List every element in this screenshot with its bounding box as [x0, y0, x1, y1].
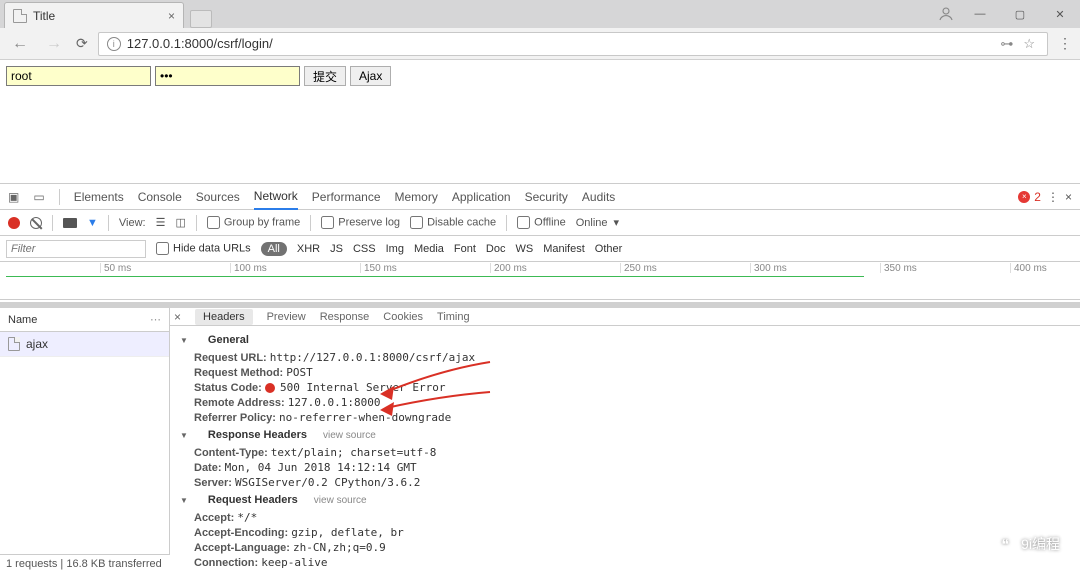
tab-network[interactable]: Network: [254, 184, 298, 210]
devtools-close-icon[interactable]: ×: [1065, 190, 1072, 204]
ajax-button[interactable]: Ajax: [350, 66, 391, 86]
info-icon[interactable]: i: [107, 37, 121, 51]
group-by-frame-checkbox[interactable]: Group by frame: [207, 216, 300, 229]
user-icon[interactable]: [932, 0, 960, 28]
tab-security[interactable]: Security: [525, 190, 568, 204]
request-list: Name⋯ ajax: [0, 308, 170, 574]
filter-ws[interactable]: WS: [515, 243, 533, 255]
error-count-badge[interactable]: ×2: [1018, 190, 1041, 204]
devtools-panel: ▣ ▭ Elements Console Sources Network Per…: [0, 183, 1080, 574]
preserve-log-checkbox[interactable]: Preserve log: [321, 216, 400, 229]
submit-button[interactable]: 提交: [304, 66, 346, 86]
view-label: View:: [119, 217, 146, 229]
filter-manifest[interactable]: Manifest: [543, 243, 585, 255]
status-footer: 1 requests | 16.8 KB transferred: [0, 554, 170, 574]
tab-sources[interactable]: Sources: [196, 190, 240, 204]
timeline-overview[interactable]: 50 ms 100 ms 150 ms 200 ms 250 ms 300 ms…: [0, 262, 1080, 300]
new-tab-button[interactable]: [190, 10, 212, 28]
record-button[interactable]: [8, 217, 20, 229]
reload-button[interactable]: ⟳: [76, 35, 88, 52]
forward-button: →: [42, 35, 66, 53]
page-content: 提交 Ajax: [0, 60, 1080, 92]
request-bar: [6, 276, 864, 277]
bookmark-icon[interactable]: ☆: [1023, 36, 1035, 52]
general-section[interactable]: General: [180, 334, 1070, 346]
browser-tab[interactable]: Title ×: [4, 2, 184, 28]
name-column-header[interactable]: Name⋯: [0, 308, 169, 332]
filter-media[interactable]: Media: [414, 243, 444, 255]
close-icon[interactable]: ×: [168, 9, 175, 23]
page-icon: [13, 9, 27, 23]
tab-response[interactable]: Response: [320, 311, 370, 323]
url-input[interactable]: i 127.0.0.1:8000/csrf/login/ ⊶ ☆: [98, 32, 1048, 56]
filter-all[interactable]: All: [261, 242, 287, 256]
tab-audits[interactable]: Audits: [582, 190, 615, 204]
view-source-link[interactable]: view source: [314, 495, 367, 506]
devtools-tabs: ▣ ▭ Elements Console Sources Network Per…: [0, 184, 1080, 210]
inspect-icon[interactable]: ▣: [8, 190, 19, 204]
referrer-policy-row: Referrer Policy: no-referrer-when-downgr…: [180, 410, 1070, 425]
filter-bar: Hide data URLs All XHR JS CSS Img Media …: [0, 236, 1080, 262]
device-icon[interactable]: ▭: [33, 190, 44, 204]
menu-icon[interactable]: ⋮: [1058, 35, 1072, 52]
request-method-row: Request Method: POST: [180, 365, 1070, 380]
filter-font[interactable]: Font: [454, 243, 476, 255]
username-input[interactable]: [6, 66, 151, 86]
tab-headers[interactable]: Headers: [195, 309, 253, 325]
tab-preview[interactable]: Preview: [267, 311, 306, 323]
filter-css[interactable]: CSS: [353, 243, 376, 255]
maximize-button[interactable]: ▢: [1000, 0, 1040, 28]
large-rows-icon[interactable]: ☰: [156, 216, 166, 229]
filter-icon[interactable]: ▼: [87, 217, 98, 229]
back-button[interactable]: ←: [8, 35, 32, 53]
close-window-button[interactable]: ✕: [1040, 0, 1080, 28]
file-icon: [8, 337, 20, 351]
tab-application[interactable]: Application: [452, 190, 511, 204]
request-row[interactable]: ajax: [0, 332, 169, 357]
network-toolbar: ▼ View: ☰ ◫ Group by frame Preserve log …: [0, 210, 1080, 236]
request-url-row: Request URL: http://127.0.0.1:8000/csrf/…: [180, 350, 1070, 365]
tab-timing[interactable]: Timing: [437, 311, 470, 323]
hide-data-urls-checkbox[interactable]: Hide data URLs: [156, 242, 251, 255]
key-icon[interactable]: ⊶: [1000, 36, 1013, 52]
tab-performance[interactable]: Performance: [312, 190, 381, 204]
request-detail: × Headers Preview Response Cookies Timin…: [170, 308, 1080, 574]
throttling-select[interactable]: Online ▾: [576, 216, 619, 229]
screenshot-icon[interactable]: [63, 218, 77, 228]
detail-tabs: × Headers Preview Response Cookies Timin…: [170, 308, 1080, 326]
tab-console[interactable]: Console: [138, 190, 182, 204]
tab-cookies[interactable]: Cookies: [383, 311, 423, 323]
filter-js[interactable]: JS: [330, 243, 343, 255]
filter-other[interactable]: Other: [595, 243, 623, 255]
request-headers-section[interactable]: Request Headersview source: [180, 494, 1070, 506]
tab-title: Title: [33, 9, 55, 23]
password-input[interactable]: [155, 66, 300, 86]
wechat-icon: ❝: [995, 534, 1015, 554]
offline-checkbox[interactable]: Offline: [517, 216, 566, 229]
address-bar: ← → ⟳ i 127.0.0.1:8000/csrf/login/ ⊶ ☆ ⋮: [0, 28, 1080, 60]
browser-tab-strip: Title × — ▢ ✕: [0, 0, 1080, 28]
remote-address-row: Remote Address: 127.0.0.1:8000: [180, 395, 1070, 410]
filter-doc[interactable]: Doc: [486, 243, 506, 255]
clear-button[interactable]: [30, 217, 42, 229]
response-headers-section[interactable]: Response Headersview source: [180, 429, 1070, 441]
filter-img[interactable]: Img: [386, 243, 404, 255]
filter-xhr[interactable]: XHR: [297, 243, 320, 255]
devtools-menu-icon[interactable]: ⋮: [1047, 190, 1059, 204]
status-code-row: Status Code: 500 Internal Server Error: [180, 380, 1070, 395]
view-source-link[interactable]: view source: [323, 430, 376, 441]
filter-input[interactable]: [6, 240, 146, 258]
watermark: ❝ 9i编程: [995, 534, 1060, 554]
minimize-button[interactable]: —: [960, 0, 1000, 28]
disable-cache-checkbox[interactable]: Disable cache: [410, 216, 496, 229]
url-text: 127.0.0.1:8000/csrf/login/: [127, 36, 273, 51]
close-detail-icon[interactable]: ×: [174, 310, 181, 324]
tab-memory[interactable]: Memory: [395, 190, 438, 204]
overview-icon[interactable]: ◫: [175, 216, 185, 229]
tab-elements[interactable]: Elements: [74, 190, 124, 204]
